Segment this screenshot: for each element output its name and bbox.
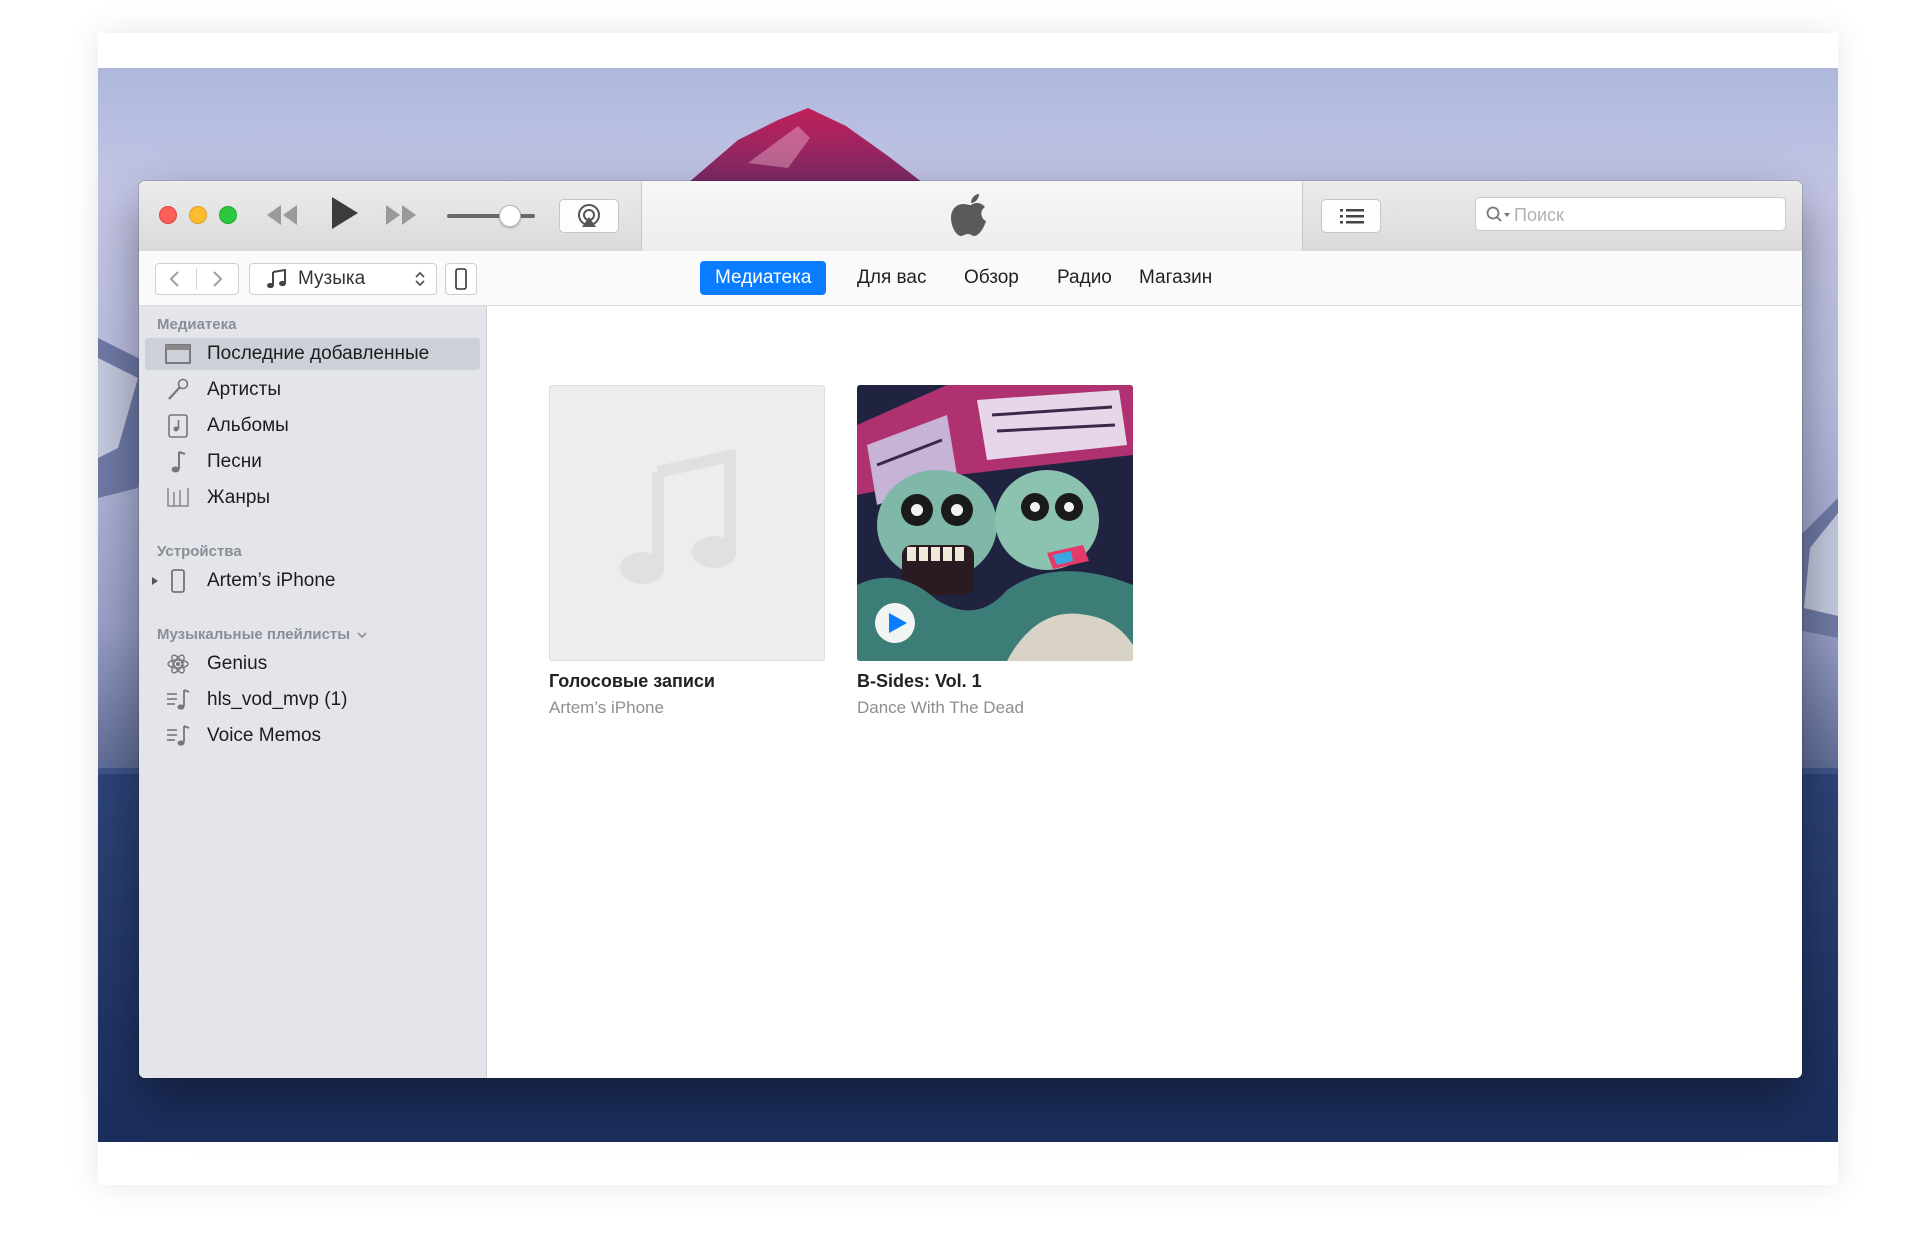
sidebar-item-recently-added[interactable]: Последние добавленные (145, 338, 480, 370)
search-icon (1486, 206, 1510, 222)
sidebar: Медиатека Последние добавленные Артисты … (139, 306, 487, 1078)
zombie-artwork-image (857, 385, 1133, 661)
rewind-icon[interactable] (265, 203, 299, 227)
volume-slider[interactable] (447, 214, 535, 218)
playlist-icon (165, 688, 191, 712)
search-input[interactable]: Поиск (1475, 197, 1786, 231)
minimize-button[interactable] (189, 206, 207, 224)
title-bar: Поиск (139, 181, 1802, 252)
updown-chevron-icon (415, 271, 425, 287)
sidebar-item-genius[interactable]: Genius (145, 648, 480, 680)
playlist-icon (165, 724, 191, 748)
apple-logo-icon (951, 194, 986, 236)
album-artist[interactable]: Dance With The Dead (857, 698, 1024, 718)
zoom-button[interactable] (219, 206, 237, 224)
media-kind-selector[interactable]: Музыка (249, 263, 437, 295)
iphone-icon (455, 268, 467, 290)
music-note-icon (267, 268, 286, 289)
itunes-window: Поиск Музыка Медиатека Для вас Обзор Рад… (139, 181, 1802, 1078)
history-buttons (155, 263, 239, 295)
list-icon (1340, 209, 1364, 224)
fast-forward-icon[interactable] (384, 203, 418, 227)
album-artist[interactable]: Artem’s iPhone (549, 698, 664, 718)
sidebar-section-devices: Устройства (157, 543, 242, 560)
sidebar-item-device[interactable]: Artem’s iPhone (145, 565, 480, 597)
disclosure-triangle-icon[interactable] (151, 576, 159, 586)
genius-icon (165, 652, 191, 676)
microphone-icon (165, 378, 191, 402)
sidebar-item-voice-memos[interactable]: Voice Memos (145, 720, 480, 752)
album-icon (165, 414, 191, 438)
album-artwork[interactable] (857, 385, 1133, 661)
tab-store[interactable]: Магазин (1124, 261, 1227, 295)
sidebar-item-playlist[interactable]: hls_vod_mvp (1) (145, 684, 480, 716)
recently-added-icon (165, 342, 191, 366)
device-button[interactable] (445, 263, 477, 295)
sidebar-item-artists[interactable]: Артисты (145, 374, 480, 406)
play-icon[interactable] (328, 195, 360, 231)
volume-knob[interactable] (499, 205, 521, 227)
media-kind-label: Музыка (298, 268, 366, 289)
album-title[interactable]: B-Sides: Vol. 1 (857, 671, 982, 692)
library-content: Голосовые записи Artem’s iPhone B-Sides:… (487, 306, 1802, 1078)
airplay-button[interactable] (559, 199, 619, 233)
back-icon[interactable] (168, 270, 182, 288)
close-button[interactable] (159, 206, 177, 224)
navigation-bar: Музыка Медиатека Для вас Обзор Радио Маг… (139, 251, 1802, 306)
sidebar-item-songs[interactable]: Песни (145, 446, 480, 478)
status-display (641, 181, 1303, 251)
iphone-icon (165, 569, 191, 593)
tab-for-you[interactable]: Для вас (842, 261, 941, 295)
airplay-icon (578, 204, 600, 227)
album-title[interactable]: Голосовые записи (549, 671, 715, 692)
sidebar-section-playlists[interactable]: Музыкальные плейлисты (157, 626, 367, 643)
tab-library[interactable]: Медиатека (700, 261, 827, 295)
chevron-down-icon (357, 632, 367, 639)
tab-browse[interactable]: Обзор (949, 261, 1034, 295)
sidebar-item-albums[interactable]: Альбомы (145, 410, 480, 442)
music-note-icon (620, 450, 736, 584)
genres-icon (165, 486, 191, 510)
sidebar-section-library: Медиатека (157, 316, 237, 333)
music-note-icon (165, 450, 191, 474)
sidebar-item-genres[interactable]: Жанры (145, 482, 480, 514)
tab-radio[interactable]: Радио (1042, 261, 1127, 295)
forward-icon[interactable] (210, 270, 224, 288)
up-next-button[interactable] (1321, 199, 1381, 233)
album-artwork-placeholder[interactable] (549, 385, 825, 661)
search-placeholder: Поиск (1514, 205, 1564, 225)
